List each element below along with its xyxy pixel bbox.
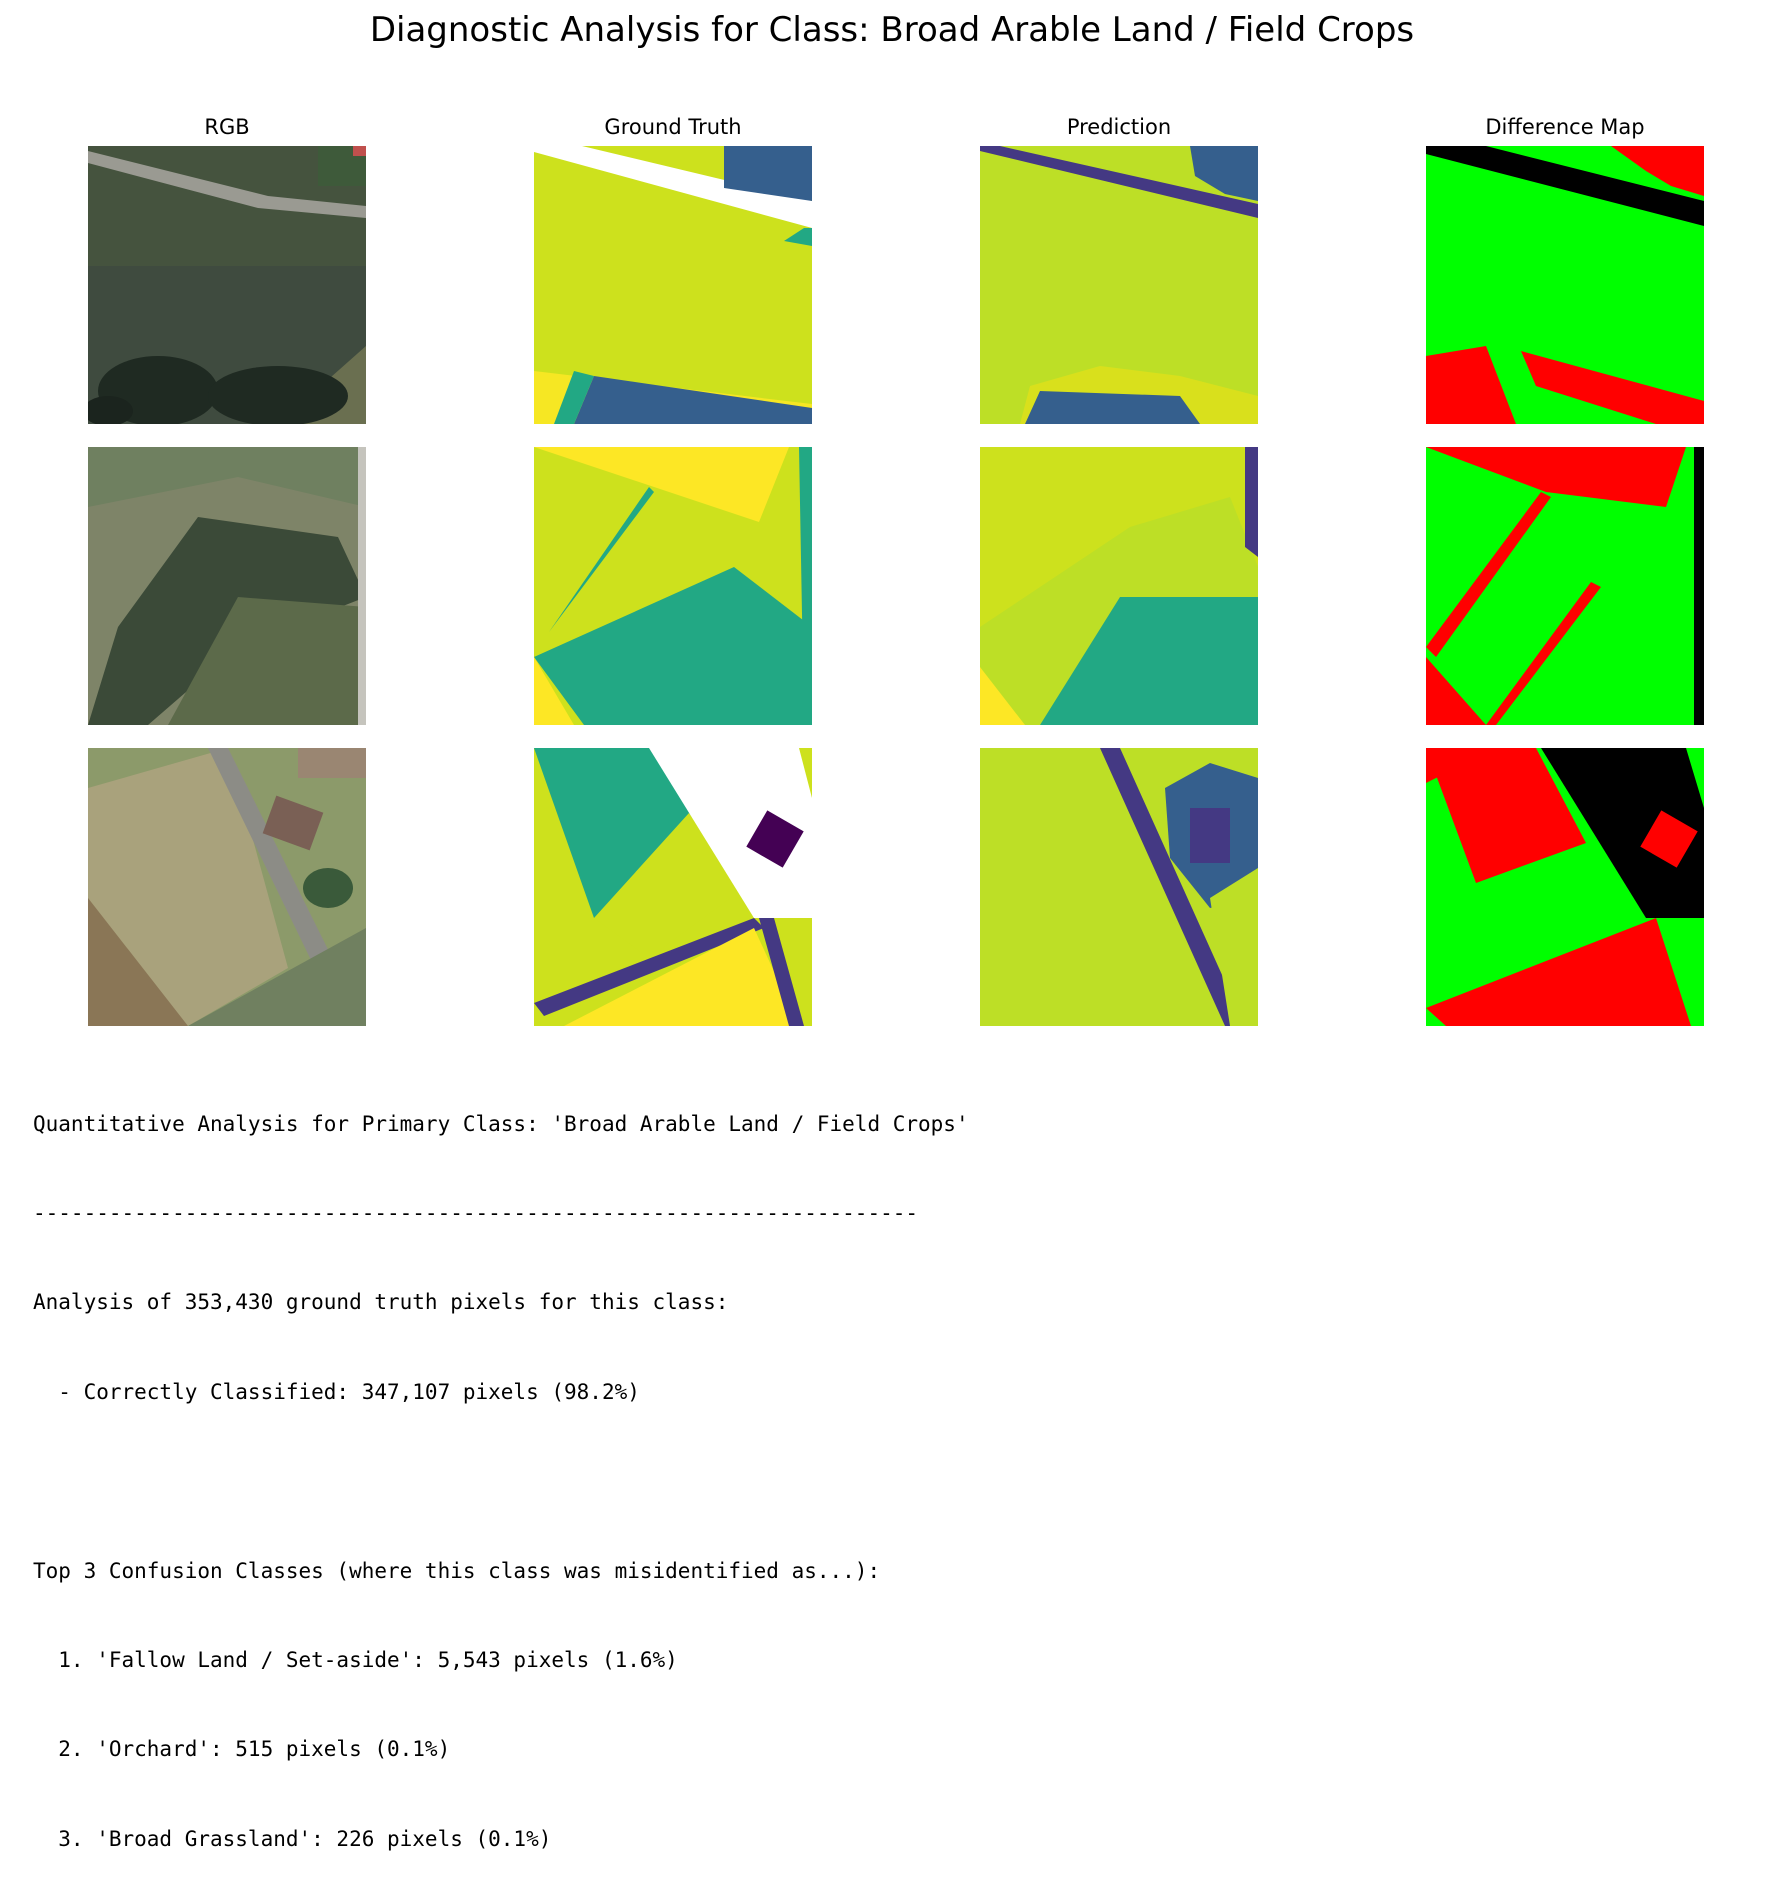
rgb-tile-3 xyxy=(88,748,366,1026)
report-correct: - Correctly Classified: 347,107 pixels (… xyxy=(33,1379,640,1404)
ground-truth-tile-2 xyxy=(534,447,812,725)
ground-truth-tile-1 xyxy=(534,146,812,424)
ground-truth-tile-3 xyxy=(534,748,812,1026)
column-title-prediction: Prediction xyxy=(1066,115,1172,139)
quantitative-report: Quantitative Analysis for Primary Class:… xyxy=(33,1050,969,1884)
confusion-item-2: 2. 'Orchard': 515 pixels (0.1%) xyxy=(33,1737,451,1762)
prediction-tile-3 xyxy=(980,748,1258,1026)
confusion-item-1: 1. 'Fallow Land / Set-aside': 5,543 pixe… xyxy=(33,1647,678,1672)
report-separator: ----------------------------------------… xyxy=(33,1200,919,1225)
column-title-difference-map: Difference Map xyxy=(1485,115,1645,139)
report-blank-line xyxy=(33,1467,969,1497)
figure-title: Diagnostic Analysis for Class: Broad Ara… xyxy=(369,10,1415,50)
prediction-tile-1 xyxy=(980,146,1258,424)
report-confusion-heading: Top 3 Confusion Classes (where this clas… xyxy=(33,1558,881,1583)
difference-map-tile-2 xyxy=(1426,447,1704,725)
difference-map-tile-1 xyxy=(1426,146,1704,424)
report-summary: Analysis of 353,430 ground truth pixels … xyxy=(33,1290,729,1315)
column-title-rgb: RGB xyxy=(204,115,250,139)
rgb-tile-1 xyxy=(88,146,366,424)
prediction-tile-2 xyxy=(980,447,1258,725)
rgb-tile-2 xyxy=(88,447,366,725)
column-title-ground-truth: Ground Truth xyxy=(604,115,742,139)
difference-map-tile-3 xyxy=(1426,748,1704,1026)
report-heading: Quantitative Analysis for Primary Class:… xyxy=(33,1111,969,1136)
confusion-item-3: 3. 'Broad Grassland': 226 pixels (0.1%) xyxy=(33,1826,552,1851)
